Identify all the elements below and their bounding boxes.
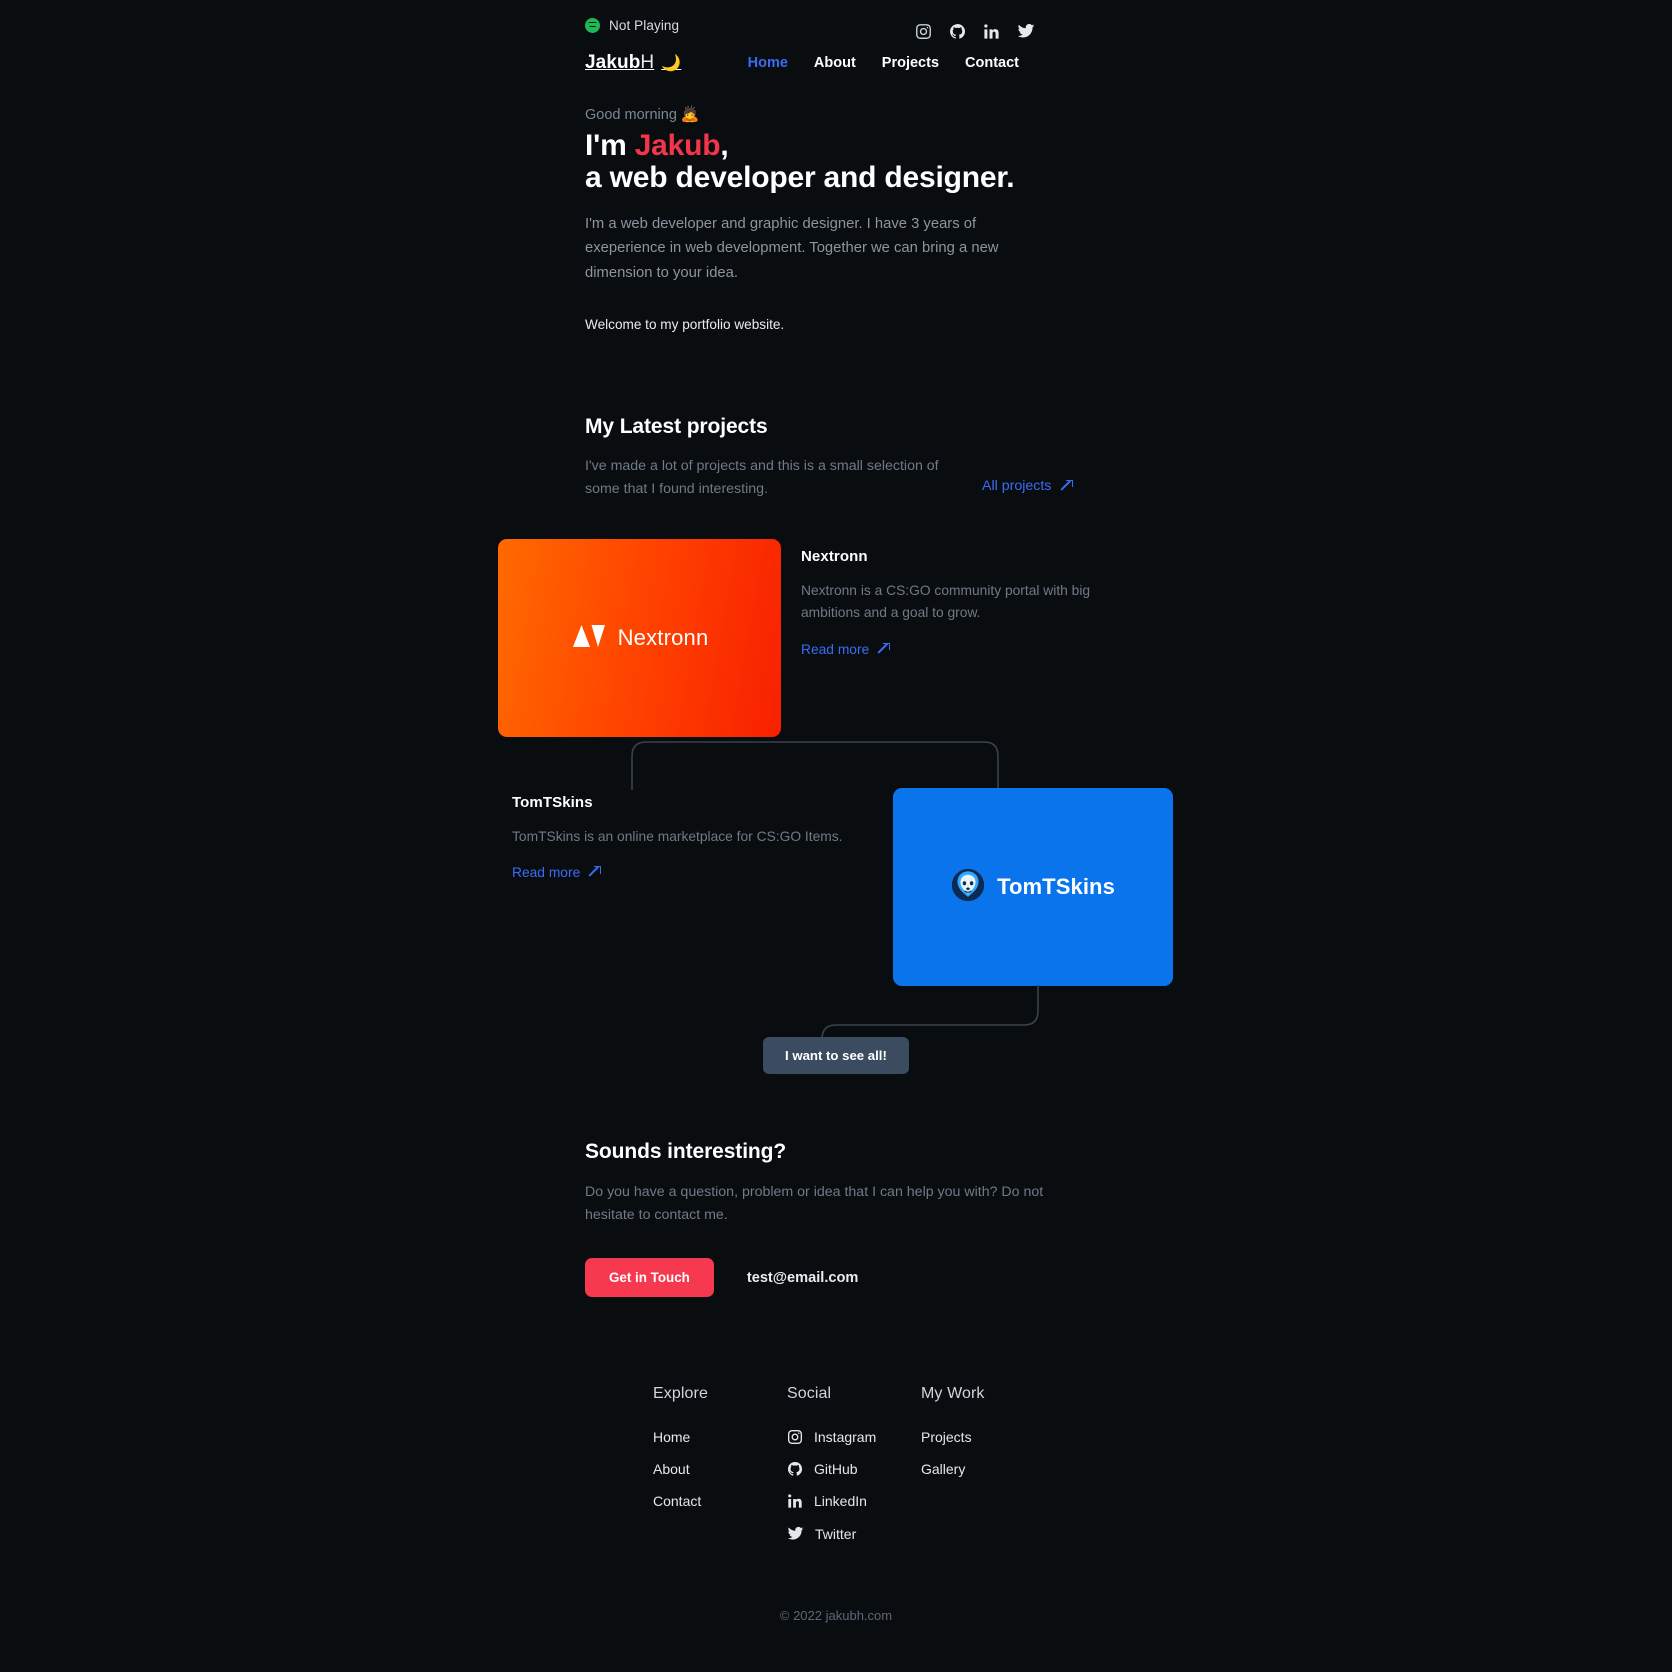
lion-head-icon [951,868,985,907]
nav-links: Home About Projects Contact [748,55,1019,71]
nextronn-logo-text: Nextronn [617,625,709,650]
project-card-nextronn[interactable]: Nextronn [498,539,781,737]
project-title-nextronn: Nextronn [801,548,868,565]
nav-item-projects[interactable]: Projects [882,55,939,71]
nav-item-contact[interactable]: Contact [965,55,1019,71]
main-navigation: JakubH 🌙 Home About Projects Contact [0,52,1672,82]
contact-email-link[interactable]: test@email.com [747,1270,859,1286]
linkedin-icon [787,1493,803,1509]
footer-link-about[interactable]: About [653,1461,787,1477]
hero-section: Good morning 🙇 I'm Jakub, a web develope… [585,105,1285,332]
arrow-up-right-icon [589,866,602,878]
spotify-status-label: Not Playing [609,17,680,33]
spotify-icon [585,17,600,33]
portfolio-page: Not Playing JakubH 🌙 Home About Projects… [0,0,1672,1672]
see-all-projects-button[interactable]: I want to see all! [763,1037,909,1074]
footer-column-my-work: My Work Projects Gallery [921,1385,1054,1558]
all-projects-link[interactable]: All projects [982,478,1074,494]
all-projects-label: All projects [982,478,1052,494]
footer-link-gallery[interactable]: Gallery [921,1461,1054,1477]
top-twitter-link[interactable] [1017,22,1035,40]
contact-actions: Get in Touch test@email.com [585,1258,1125,1297]
footer-link-home[interactable]: Home [653,1429,787,1445]
footer-link-label: Projects [921,1429,972,1445]
get-in-touch-button[interactable]: Get in Touch [585,1258,714,1297]
footer-link-twitter[interactable]: Twitter [787,1525,921,1542]
site-logo[interactable]: JakubH 🌙 [585,52,681,74]
instagram-icon [787,1429,803,1445]
footer-column-social: Social Instagram GitHub LinkedIn Twitter [787,1385,921,1558]
hero-title: I'm Jakub, a web developer and designer. [585,129,1285,195]
top-linkedin-link[interactable] [983,23,1000,40]
projects-heading: My Latest projects [585,415,768,438]
footer-link-label: About [653,1461,690,1477]
footer-link-label: LinkedIn [814,1493,867,1509]
contact-heading: Sounds interesting? [585,1140,787,1163]
projects-subtext: I've made a lot of projects and this is … [585,458,939,497]
hero-greeting: Good morning 🙇 [585,105,1285,123]
connector-line-two [820,985,1040,1045]
connector-line-one [630,740,1000,795]
top-status-bar: Not Playing [0,10,1672,40]
footer-heading-explore: Explore [653,1385,708,1402]
contact-section: Sounds interesting? Do you have a questi… [585,1140,1125,1297]
read-more-label: Read more [512,865,581,881]
read-more-tomtskins[interactable]: Read more [512,865,602,881]
footer-link-linkedin[interactable]: LinkedIn [787,1493,921,1509]
footer-link-label: Instagram [814,1429,877,1445]
spotify-status: Not Playing [585,17,680,33]
project-description-tomtskins: TomTSkins is an online marketplace for C… [512,829,843,844]
hero-greeting-text: Good morning [585,107,677,123]
nextronn-mark-icon [571,623,607,654]
nextronn-logo: Nextronn [571,623,709,654]
hero-title-line2: a web developer and designer. [585,161,1015,195]
footer-link-github[interactable]: GitHub [787,1461,921,1477]
footer-link-label: Twitter [815,1525,857,1542]
top-social-links [915,22,1035,40]
footer-link-label: Gallery [921,1461,966,1477]
footer-link-label: Contact [653,1493,702,1509]
twitter-icon [787,1525,804,1542]
logo-thin-text: H [640,52,655,73]
project-card-tomtskins[interactable]: TomTSkins [893,788,1173,986]
logo-bold-text: Jakub [585,52,641,73]
hero-title-comma: , [720,129,729,162]
top-instagram-link[interactable] [915,23,932,40]
twitter-icon [1017,22,1035,40]
hero-welcome-text: Welcome to my portfolio website. [585,317,785,332]
project-info-nextronn: Nextronn Nextronn is a CS:GO community p… [801,548,1131,659]
linkedin-icon [983,23,1000,40]
github-icon [949,23,966,40]
nav-item-about[interactable]: About [814,55,856,71]
footer-heading-social: Social [787,1385,832,1402]
footer-link-instagram[interactable]: Instagram [787,1429,921,1445]
project-title-tomtskins: TomTSkins [512,794,593,811]
contact-text: Do you have a question, problem or idea … [585,1184,1044,1223]
hero-description: I'm a web developer and graphic designer… [585,215,999,281]
footer-link-label: Home [653,1429,691,1445]
tomtskins-logo: TomTSkins [951,868,1115,907]
project-description-nextronn: Nextronn is a CS:GO community portal wit… [801,583,1091,621]
github-icon [787,1461,803,1477]
footer-link-label: GitHub [814,1461,858,1477]
arrow-up-right-icon [1061,479,1074,492]
footer-column-explore: Explore Home About Contact [653,1385,787,1558]
bow-emoji: 🙇 [680,106,700,123]
read-more-label: Read more [801,641,870,657]
site-footer: Explore Home About Contact Social Instag… [653,1385,1054,1558]
top-github-link[interactable] [949,23,966,40]
tomtskins-logo-text: TomTSkins [997,874,1115,899]
nav-item-home[interactable]: Home [748,55,788,71]
instagram-icon [915,23,932,40]
footer-heading-my-work: My Work [921,1385,985,1402]
footer-link-contact[interactable]: Contact [653,1493,787,1509]
project-info-tomtskins: TomTSkins TomTSkins is an online marketp… [512,794,882,882]
moon-icon[interactable]: 🌙 [661,55,681,72]
hero-title-prefix: I'm [585,129,635,162]
read-more-nextronn[interactable]: Read more [801,641,891,657]
footer-link-projects[interactable]: Projects [921,1429,1054,1445]
hero-title-name: Jakub [634,129,721,162]
arrow-up-right-icon [878,642,891,655]
copyright-text: © 2022 jakubh.com [779,1608,893,1623]
